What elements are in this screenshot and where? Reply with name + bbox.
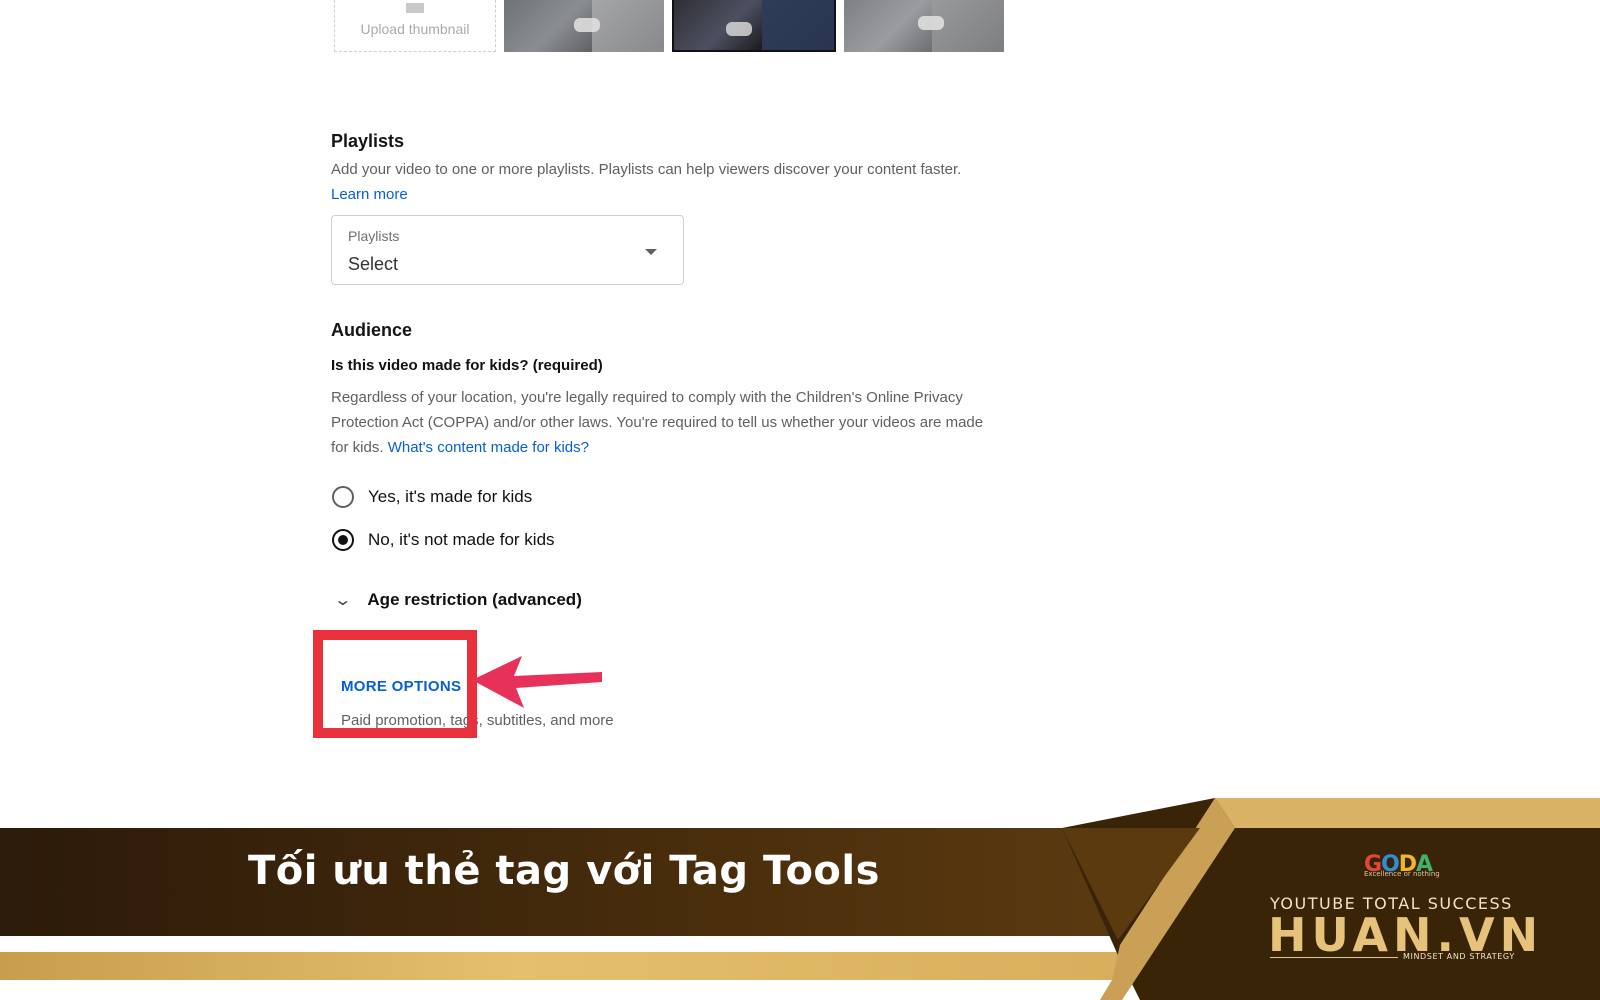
kids-question: Is this video made for kids? (required) <box>331 357 603 374</box>
brand-divider <box>1270 957 1398 958</box>
goda-tagline: Excellence or nothing <box>1364 870 1440 878</box>
playlists-dropdown-caption: Playlists <box>348 228 400 244</box>
audience-description: Regardless of your location, you're lega… <box>331 385 986 460</box>
highlight-box <box>313 630 477 738</box>
playlists-description: Add your video to one or more playlists.… <box>331 157 986 207</box>
age-restriction-toggle[interactable]: ⌄ Age restriction (advanced) <box>333 590 582 610</box>
radio-not-made-for-kids[interactable]: No, it's not made for kids <box>332 526 555 554</box>
thumbnail-option-3[interactable] <box>844 0 1004 52</box>
age-restriction-label: Age restriction (advanced) <box>367 590 582 609</box>
playlists-dropdown-value: Select <box>348 254 399 274</box>
thumbnail-option-2-selected[interactable] <box>672 0 836 52</box>
content-made-for-kids-link[interactable]: What's content made for kids? <box>388 439 589 456</box>
banner-white-stripe <box>0 936 1160 952</box>
playlists-description-text: Add your video to one or more playlists.… <box>331 161 962 178</box>
radio-yes-label: Yes, it's made for kids <box>368 487 533 506</box>
pointer-arrow-icon <box>472 656 602 708</box>
playlists-dropdown[interactable]: Playlists Select <box>331 215 684 285</box>
radio-button-selected[interactable] <box>332 529 354 551</box>
dropdown-arrow-icon <box>645 249 657 255</box>
chevron-down-icon: ⌄ <box>333 592 353 609</box>
audience-heading: Audience <box>331 320 413 340</box>
upload-thumbnail-label: Upload thumbnail <box>360 21 470 37</box>
learn-more-link[interactable]: Learn more <box>331 186 408 203</box>
thumbnail-option-1[interactable] <box>504 0 664 52</box>
upload-thumbnail-button[interactable]: Upload thumbnail <box>334 0 496 52</box>
radio-no-label: No, it's not made for kids <box>368 530 555 549</box>
banner-title: Tối ưu thẻ tag với Tag Tools <box>248 848 880 894</box>
brand-tagline: MINDSET AND STRATEGY <box>1403 952 1515 961</box>
playlists-heading: Playlists <box>331 131 405 151</box>
radio-button[interactable] <box>332 486 354 508</box>
image-icon <box>406 3 424 13</box>
banner-gold-stripe <box>0 952 1150 980</box>
radio-yes-made-for-kids[interactable]: Yes, it's made for kids <box>332 483 532 511</box>
